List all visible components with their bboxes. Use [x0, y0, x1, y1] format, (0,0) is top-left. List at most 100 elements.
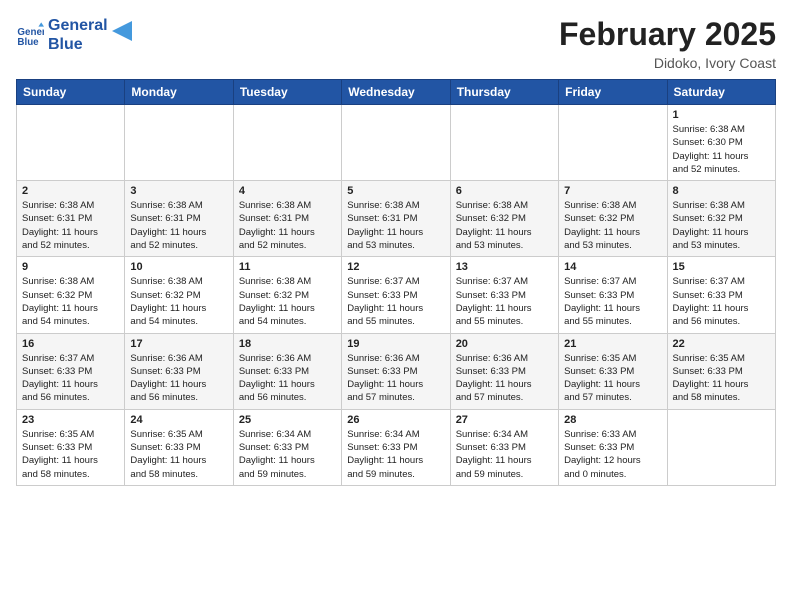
calendar-cell: 7 Sunrise: 6:38 AM Sunset: 6:32 PM Daylig… — [559, 181, 667, 257]
logo: General Blue General Blue — [16, 16, 132, 54]
day-info: Sunrise: 6:38 AM Sunset: 6:30 PM Dayligh… — [673, 123, 770, 176]
weekday-header-sunday: Sunday — [17, 80, 125, 105]
calendar-cell: 14Sunrise: 6:37 AM Sunset: 6:33 PM Dayli… — [559, 257, 667, 333]
day-info: Sunrise: 6:37 AM Sunset: 6:33 PM Dayligh… — [456, 275, 553, 328]
calendar-cell: 26 Sunrise: 6:34 AM Sunset: 6:33 PM Dayli… — [342, 409, 450, 485]
calendar-cell: 9 Sunrise: 6:38 AM Sunset: 6:32 PM Daylig… — [17, 257, 125, 333]
day-info: Sunrise: 6:38 AM Sunset: 6:32 PM Dayligh… — [239, 275, 336, 328]
day-info: Sunrise: 6:35 AM Sunset: 6:33 PM Dayligh… — [564, 352, 661, 405]
calendar-week-row: 9 Sunrise: 6:38 AM Sunset: 6:32 PM Daylig… — [17, 257, 776, 333]
calendar-cell: 10 Sunrise: 6:38 AM Sunset: 6:32 PM Dayli… — [125, 257, 233, 333]
day-number: 2 — [22, 185, 119, 197]
day-info: Sunrise: 6:38 AM Sunset: 6:31 PM Dayligh… — [239, 199, 336, 252]
calendar-cell: 2 Sunrise: 6:38 AM Sunset: 6:31 PM Daylig… — [17, 181, 125, 257]
day-number: 6 — [456, 185, 553, 197]
logo-line2: Blue — [48, 35, 108, 54]
calendar-cell: 18 Sunrise: 6:36 AM Sunset: 6:33 PM Dayli… — [233, 333, 341, 409]
weekday-header-thursday: Thursday — [450, 80, 558, 105]
day-number: 18 — [239, 338, 336, 350]
day-number: 20 — [456, 338, 553, 350]
location-title: Didoko, Ivory Coast — [559, 55, 776, 71]
day-number: 10 — [130, 261, 227, 273]
day-number: 21 — [564, 338, 661, 350]
calendar-cell: 27 Sunrise: 6:34 AM Sunset: 6:33 PM Dayli… — [450, 409, 558, 485]
day-info: Sunrise: 6:37 AM Sunset: 6:33 PM Dayligh… — [673, 275, 770, 328]
calendar-week-row: 1 Sunrise: 6:38 AM Sunset: 6:30 PM Daylig… — [17, 105, 776, 181]
calendar-cell: 3Sunrise: 6:38 AM Sunset: 6:31 PM Daylig… — [125, 181, 233, 257]
day-info: Sunrise: 6:35 AM Sunset: 6:33 PM Dayligh… — [22, 428, 119, 481]
day-number: 7 — [564, 185, 661, 197]
day-number: 1 — [673, 109, 770, 121]
calendar-cell — [17, 105, 125, 181]
day-number: 5 — [347, 185, 444, 197]
day-info: Sunrise: 6:34 AM Sunset: 6:33 PM Dayligh… — [239, 428, 336, 481]
day-number: 8 — [673, 185, 770, 197]
day-number: 27 — [456, 414, 553, 426]
calendar-cell: 5Sunrise: 6:38 AM Sunset: 6:31 PM Daylig… — [342, 181, 450, 257]
day-number: 24 — [130, 414, 227, 426]
calendar-cell: 23Sunrise: 6:35 AM Sunset: 6:33 PM Dayli… — [17, 409, 125, 485]
day-number: 4 — [239, 185, 336, 197]
calendar-cell: 28 Sunrise: 6:33 AM Sunset: 6:33 PM Dayli… — [559, 409, 667, 485]
day-info: Sunrise: 6:33 AM Sunset: 6:33 PM Dayligh… — [564, 428, 661, 481]
day-info: Sunrise: 6:36 AM Sunset: 6:33 PM Dayligh… — [456, 352, 553, 405]
calendar-cell: 22 Sunrise: 6:35 AM Sunset: 6:33 PM Dayli… — [667, 333, 775, 409]
calendar-cell: 24 Sunrise: 6:35 AM Sunset: 6:33 PM Dayli… — [125, 409, 233, 485]
day-info: Sunrise: 6:38 AM Sunset: 6:32 PM Dayligh… — [673, 199, 770, 252]
weekday-header-friday: Friday — [559, 80, 667, 105]
calendar-cell: 25 Sunrise: 6:34 AM Sunset: 6:33 PM Dayli… — [233, 409, 341, 485]
day-info: Sunrise: 6:34 AM Sunset: 6:33 PM Dayligh… — [347, 428, 444, 481]
calendar-cell — [559, 105, 667, 181]
day-info: Sunrise: 6:38 AM Sunset: 6:32 PM Dayligh… — [22, 275, 119, 328]
calendar-cell: 16Sunrise: 6:37 AM Sunset: 6:33 PM Dayli… — [17, 333, 125, 409]
day-info: Sunrise: 6:35 AM Sunset: 6:33 PM Dayligh… — [673, 352, 770, 405]
title-area: February 2025 Didoko, Ivory Coast — [559, 16, 776, 71]
calendar-cell: 8 Sunrise: 6:38 AM Sunset: 6:32 PM Daylig… — [667, 181, 775, 257]
day-number: 17 — [130, 338, 227, 350]
day-info: Sunrise: 6:36 AM Sunset: 6:33 PM Dayligh… — [130, 352, 227, 405]
day-number: 28 — [564, 414, 661, 426]
calendar-cell: 1 Sunrise: 6:38 AM Sunset: 6:30 PM Daylig… — [667, 105, 775, 181]
calendar-cell: 20 Sunrise: 6:36 AM Sunset: 6:33 PM Dayli… — [450, 333, 558, 409]
day-info: Sunrise: 6:36 AM Sunset: 6:33 PM Dayligh… — [239, 352, 336, 405]
day-number: 13 — [456, 261, 553, 273]
day-number: 12 — [347, 261, 444, 273]
weekday-header-tuesday: Tuesday — [233, 80, 341, 105]
calendar-cell: 21 Sunrise: 6:35 AM Sunset: 6:33 PM Dayli… — [559, 333, 667, 409]
month-title: February 2025 — [559, 16, 776, 53]
calendar-cell — [450, 105, 558, 181]
day-info: Sunrise: 6:38 AM Sunset: 6:31 PM Dayligh… — [22, 199, 119, 252]
day-number: 22 — [673, 338, 770, 350]
svg-text:Blue: Blue — [17, 37, 39, 48]
calendar-week-row: 2 Sunrise: 6:38 AM Sunset: 6:31 PM Daylig… — [17, 181, 776, 257]
day-info: Sunrise: 6:36 AM Sunset: 6:33 PM Dayligh… — [347, 352, 444, 405]
calendar-week-row: 16Sunrise: 6:37 AM Sunset: 6:33 PM Dayli… — [17, 333, 776, 409]
weekday-header-monday: Monday — [125, 80, 233, 105]
calendar: SundayMondayTuesdayWednesdayThursdayFrid… — [16, 79, 776, 486]
day-info: Sunrise: 6:38 AM Sunset: 6:32 PM Dayligh… — [564, 199, 661, 252]
day-info: Sunrise: 6:38 AM Sunset: 6:32 PM Dayligh… — [130, 275, 227, 328]
day-info: Sunrise: 6:38 AM Sunset: 6:32 PM Dayligh… — [456, 199, 553, 252]
day-number: 14 — [564, 261, 661, 273]
day-info: Sunrise: 6:35 AM Sunset: 6:33 PM Dayligh… — [130, 428, 227, 481]
weekday-header-saturday: Saturday — [667, 80, 775, 105]
calendar-week-row: 23Sunrise: 6:35 AM Sunset: 6:33 PM Dayli… — [17, 409, 776, 485]
day-number: 3 — [130, 185, 227, 197]
day-info: Sunrise: 6:37 AM Sunset: 6:33 PM Dayligh… — [347, 275, 444, 328]
day-info: Sunrise: 6:37 AM Sunset: 6:33 PM Dayligh… — [22, 352, 119, 405]
page-header: General Blue General Blue February 2025 … — [16, 16, 776, 71]
day-number: 26 — [347, 414, 444, 426]
logo-arrow-icon — [112, 21, 132, 41]
calendar-cell: 15Sunrise: 6:37 AM Sunset: 6:33 PM Dayli… — [667, 257, 775, 333]
calendar-cell — [125, 105, 233, 181]
calendar-cell: 13 Sunrise: 6:37 AM Sunset: 6:33 PM Dayli… — [450, 257, 558, 333]
calendar-cell — [342, 105, 450, 181]
day-info: Sunrise: 6:34 AM Sunset: 6:33 PM Dayligh… — [456, 428, 553, 481]
logo-icon: General Blue — [16, 21, 44, 49]
day-number: 9 — [22, 261, 119, 273]
calendar-cell: 19 Sunrise: 6:36 AM Sunset: 6:33 PM Dayli… — [342, 333, 450, 409]
calendar-header-row: SundayMondayTuesdayWednesdayThursdayFrid… — [17, 80, 776, 105]
day-number: 25 — [239, 414, 336, 426]
calendar-cell — [233, 105, 341, 181]
day-number: 19 — [347, 338, 444, 350]
